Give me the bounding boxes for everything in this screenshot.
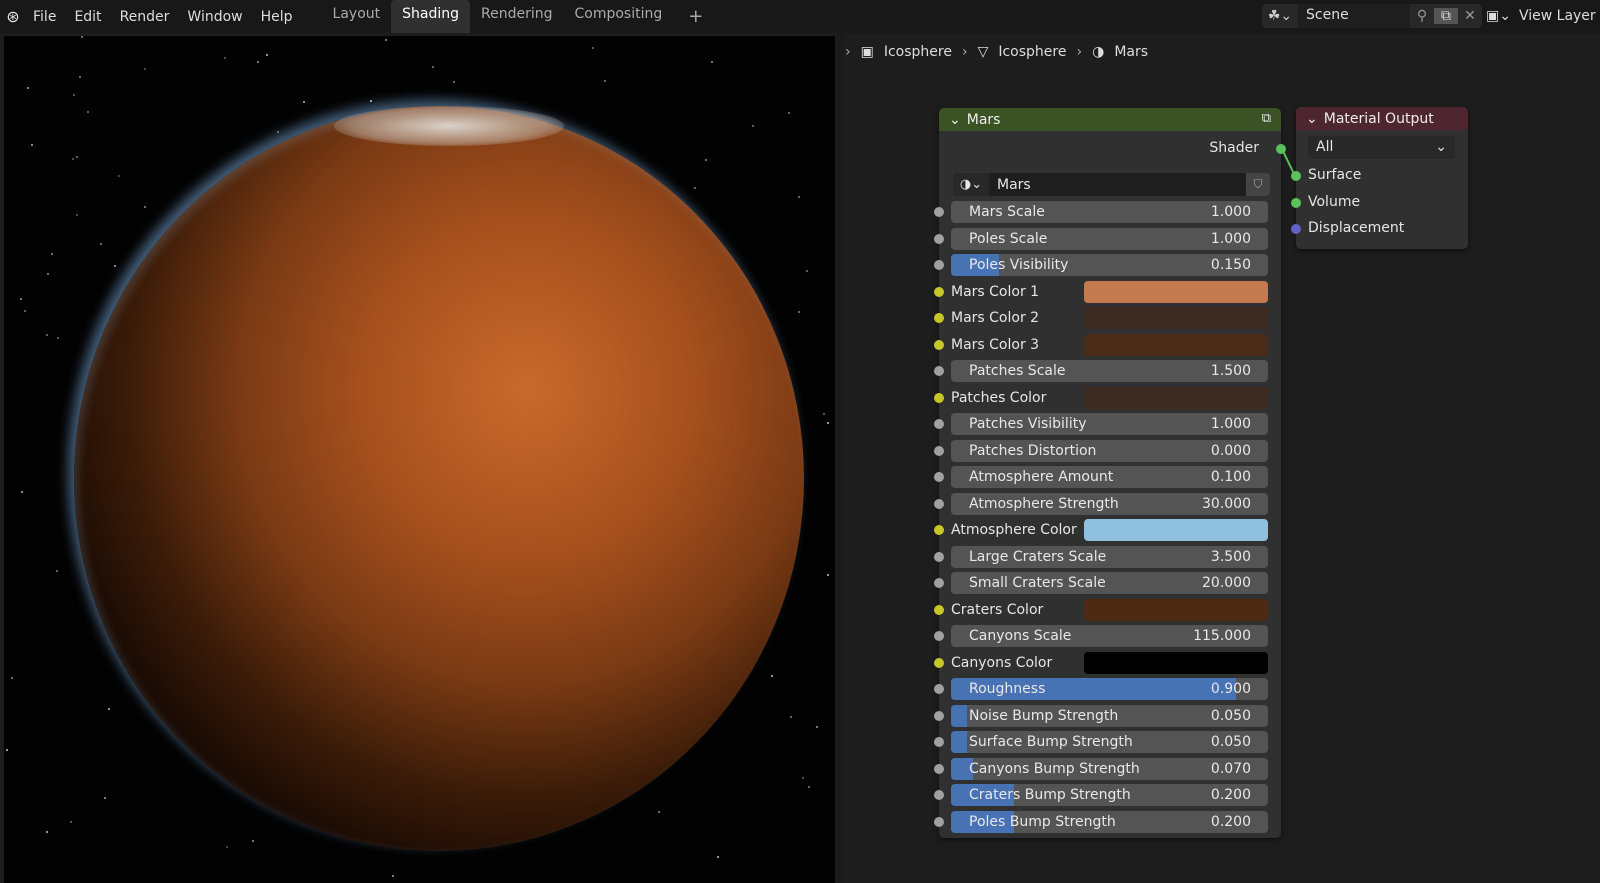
- collapse-chevron-icon[interactable]: ⌄: [1306, 111, 1318, 127]
- target-dropdown[interactable]: All ⌄: [1308, 136, 1455, 159]
- surface-socket[interactable]: [1291, 171, 1301, 181]
- displacement-socket[interactable]: [1291, 224, 1301, 234]
- chevron-down-icon: ⌄: [1435, 139, 1447, 155]
- output-node-title: Material Output: [1323, 110, 1434, 127]
- volume-socket[interactable]: [1291, 198, 1301, 208]
- target-value: All: [1316, 139, 1334, 155]
- input-surface: Surface: [1308, 167, 1362, 183]
- output-node-header[interactable]: ⌄ Material Output: [1296, 107, 1468, 130]
- material-output-node[interactable]: ⌄ Material Output All ⌄ Surface Volume D…: [1291, 107, 1468, 249]
- input-displacement: Displacement: [1308, 220, 1405, 236]
- input-volume: Volume: [1308, 194, 1361, 210]
